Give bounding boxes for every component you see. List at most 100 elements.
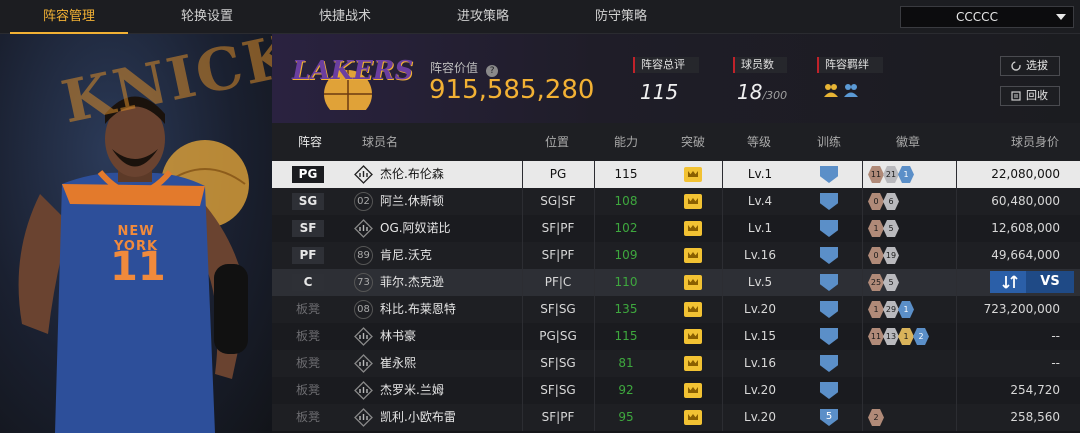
recycle-button[interactable]: 回收 — [1000, 86, 1060, 106]
slot-badge[interactable]: C — [292, 274, 324, 291]
table-row[interactable]: C 73 菲尔.杰克逊 PF|C 110 Lv.5 25 5 — [272, 269, 1080, 296]
col-badges: 徽章 — [895, 135, 920, 149]
breakthrough-crown-icon[interactable] — [684, 356, 702, 371]
select-button[interactable]: 选拔 — [1000, 56, 1060, 76]
tab-quick-tactics[interactable]: 快捷战术 — [286, 0, 404, 34]
col-divider — [956, 377, 957, 404]
badge-icon: 29 — [883, 301, 899, 318]
tab-defense[interactable]: 防守策略 — [562, 0, 680, 34]
breakthrough-crown-icon[interactable] — [684, 248, 702, 263]
badge-icon: 21 — [883, 166, 899, 183]
badge-icon: 25 — [868, 274, 884, 291]
breakthrough-crown-icon[interactable] — [684, 410, 702, 425]
player-ability: 115 — [614, 167, 638, 181]
training-shield-icon[interactable] — [820, 166, 838, 183]
table-row[interactable]: 板凳 崔永熙 SF|SG 81 Lv.16 -- — [272, 350, 1080, 377]
lineup-header: LAKERS 阵容价值 ? 915,585,280 阵容总评 115 球员数 1… — [272, 34, 1080, 123]
breakthrough-crown-icon[interactable] — [684, 329, 702, 344]
table-row[interactable]: 板凳 08 科比.布莱恩特 SF|SG 135 Lv.20 1 29 1 723,200,000 — [272, 296, 1080, 323]
training-shield-icon[interactable]: 5 — [820, 409, 838, 426]
breakthrough-crown-icon[interactable] — [684, 221, 702, 236]
bond-icon-blue[interactable] — [843, 82, 859, 98]
player-position: PG|SG — [539, 329, 577, 343]
col-divider — [956, 215, 957, 242]
breakthrough-crown-icon[interactable] — [684, 383, 702, 398]
slot-badge[interactable]: SF — [292, 220, 324, 237]
player-level: Lv.15 — [744, 329, 776, 343]
player-ability: 81 — [618, 356, 634, 370]
table-row[interactable]: PG 杰伦.布伦森 PG 115 Lv.1 11 21 1 22,080,000 — [272, 161, 1080, 188]
player-name[interactable]: 菲尔.杰克逊 — [380, 269, 444, 296]
training-shield-icon[interactable] — [820, 220, 838, 237]
badge-icon: 6 — [883, 193, 899, 210]
table-row[interactable]: SF OG.阿奴诺比 SF|PF 102 Lv.1 1 5 12,608,000 — [272, 215, 1080, 242]
training-shield-icon[interactable] — [820, 328, 838, 345]
player-name[interactable]: 肯尼.沃克 — [380, 242, 432, 269]
training-shield-icon[interactable] — [820, 301, 838, 318]
training-shield-icon[interactable] — [820, 355, 838, 372]
tab-rotation[interactable]: 轮换设置 — [148, 0, 266, 34]
bond-icon-gold[interactable] — [823, 82, 839, 98]
slot-badge[interactable]: PG — [292, 166, 324, 183]
col-training: 训练 — [816, 135, 841, 149]
breakthrough-crown-icon[interactable] — [684, 167, 702, 182]
player-ability: 108 — [614, 194, 638, 208]
training-shield-icon[interactable] — [820, 247, 838, 264]
badge-icon: 19 — [883, 247, 899, 264]
training-shield-icon[interactable] — [820, 274, 838, 291]
player-level: Lv.20 — [744, 383, 776, 397]
overall-value: 115 — [640, 80, 679, 104]
badge-icon: 2 — [868, 409, 884, 426]
breakthrough-crown-icon[interactable] — [684, 275, 702, 290]
player-name[interactable]: 凯利.小欧布雷 — [380, 404, 456, 431]
col-divider — [956, 296, 957, 323]
player-name[interactable]: 杰伦.布伦森 — [380, 161, 444, 188]
table-header: 阵容 球员名 位置 能力 突破 等级 训练 徽章 球员身价 — [272, 123, 1080, 161]
slot-bench[interactable]: 板凳 — [292, 377, 324, 404]
table-row[interactable]: 板凳 凯利.小欧布雷 SF|PF 95 Lv.20 5 2 258,560 — [272, 404, 1080, 431]
player-name[interactable]: 阿兰.休斯顿 — [380, 188, 444, 215]
tab-lineup[interactable]: 阵容管理 — [10, 0, 128, 35]
table-row[interactable]: 板凳 林书豪 PG|SG 115 Lv.15 11 13 1 2 -- — [272, 323, 1080, 350]
slot-bench[interactable]: 板凳 — [292, 404, 324, 431]
player-level: Lv.20 — [744, 302, 776, 316]
team-selector-value: CCCCC — [956, 10, 998, 24]
swap-icon — [1002, 275, 1018, 289]
player-ability: 92 — [618, 383, 634, 397]
team-logo: LAKERS — [292, 48, 413, 118]
slot-bench[interactable]: 板凳 — [292, 350, 324, 377]
player-price: 723,200,000 — [983, 302, 1060, 316]
badge-icon: 5 — [883, 220, 899, 237]
breakthrough-crown-icon[interactable] — [684, 194, 702, 209]
table-row[interactable]: PF 89 肯尼.沃克 SF|PF 109 Lv.16 0 19 49,664,000 — [272, 242, 1080, 269]
player-name[interactable]: OG.阿奴诺比 — [380, 215, 451, 242]
player-name[interactable]: 崔永熙 — [380, 350, 416, 377]
table-row[interactable]: 板凳 杰罗米.兰姆 SF|SG 92 Lv.20 254,720 — [272, 377, 1080, 404]
slot-bench[interactable]: 板凳 — [292, 296, 324, 323]
player-rank-icon — [354, 219, 373, 238]
player-rank-icon — [354, 327, 373, 346]
player-name[interactable]: 杰罗米.兰姆 — [380, 377, 444, 404]
col-divider — [722, 296, 723, 323]
player-ability: 115 — [614, 329, 638, 343]
player-number: 73 — [354, 273, 373, 292]
player-name[interactable]: 科比.布莱恩特 — [380, 296, 456, 323]
tab-offense[interactable]: 进攻策略 — [424, 0, 542, 34]
col-divider — [956, 269, 957, 296]
slot-bench[interactable]: 板凳 — [292, 323, 324, 350]
training-shield-icon[interactable] — [820, 382, 838, 399]
slot-badge[interactable]: SG — [292, 193, 324, 210]
col-divider — [862, 188, 863, 215]
compare-button[interactable]: VS — [990, 271, 1074, 293]
badge-icon: 1 — [898, 166, 914, 183]
lineup-value: 915,585,280 — [429, 75, 595, 105]
col-divider — [722, 269, 723, 296]
breakthrough-crown-icon[interactable] — [684, 302, 702, 317]
training-shield-icon[interactable] — [820, 193, 838, 210]
table-row[interactable]: SG 02 阿兰.休斯顿 SG|SF 108 Lv.4 0 6 60,480,000 — [272, 188, 1080, 215]
player-level: Lv.20 — [744, 410, 776, 424]
team-selector[interactable]: CCCCC — [900, 6, 1074, 28]
recycle-button-label: 回收 — [1026, 89, 1048, 102]
player-name[interactable]: 林书豪 — [380, 323, 416, 350]
slot-badge[interactable]: PF — [292, 247, 324, 264]
